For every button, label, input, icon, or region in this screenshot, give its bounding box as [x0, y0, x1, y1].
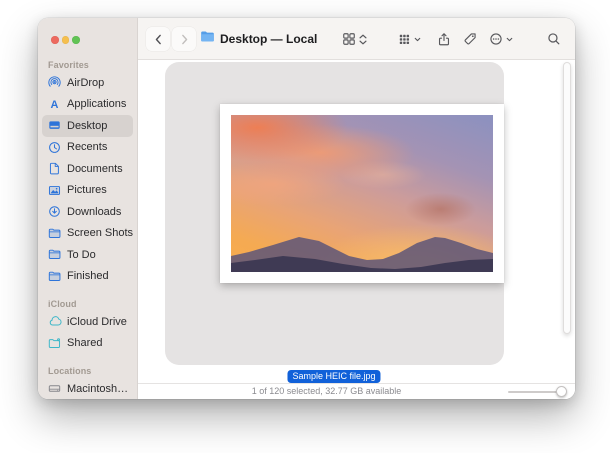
chevron-down-icon	[505, 35, 514, 44]
sidebar-item-label: AirDrop	[67, 77, 104, 89]
tag-icon	[463, 32, 477, 46]
status-bar: 1 of 120 selected, 32.77 GB available	[138, 383, 575, 399]
mountains-silhouette	[231, 226, 493, 272]
clock-icon	[47, 140, 62, 155]
search-icon	[547, 32, 561, 46]
sidebar-item-label: Recents	[67, 141, 107, 153]
sidebar-item-label: Documents	[67, 163, 123, 175]
sidebar-item-label: Shared	[67, 337, 102, 349]
sidebar-item-finished[interactable]: Finished	[42, 266, 133, 288]
photo-thumbnail	[231, 115, 493, 272]
forward-button[interactable]	[172, 27, 196, 51]
sidebar-item-desktop[interactable]: Desktop	[42, 115, 133, 137]
sidebar-section-header: Locations	[38, 364, 137, 378]
sidebar-item-downloads[interactable]: Downloads	[42, 201, 133, 223]
sidebar-item-label: Screen Shots	[67, 227, 133, 239]
zoom-button[interactable]	[72, 36, 80, 44]
selected-file-icon[interactable]	[165, 62, 504, 365]
traffic-lights	[51, 36, 80, 44]
shared-folder-icon	[47, 336, 62, 351]
icon-size-slider[interactable]	[508, 391, 565, 393]
sidebar-item-label: Applications	[67, 98, 126, 110]
folder-icon	[47, 226, 62, 241]
sidebar-item-label: iCloud Drive	[67, 316, 127, 328]
minimize-button[interactable]	[62, 36, 70, 44]
sidebar-item-label: Finished	[67, 270, 109, 282]
back-button[interactable]	[146, 27, 170, 51]
sidebar-item-label: Pictures	[67, 184, 107, 196]
chevron-right-icon	[178, 33, 191, 46]
sidebar-item-label: To Do	[67, 249, 96, 261]
icon-size-slider-knob[interactable]	[556, 386, 567, 397]
airdrop-icon	[47, 75, 62, 90]
sidebar-section-favorites: Favorites AirDrop A Applications Desktop Rece…	[38, 58, 137, 287]
chevron-left-icon	[152, 33, 165, 46]
sidebar-item-screen-shots[interactable]: Screen Shots	[42, 223, 133, 245]
sidebar-section-header: iCloud	[38, 297, 137, 311]
vertical-scrollbar[interactable]	[563, 62, 571, 334]
search-button[interactable]	[542, 27, 566, 51]
status-text: 1 of 120 selected, 32.77 GB available	[138, 384, 515, 399]
hard-drive-icon	[47, 381, 62, 396]
chevron-down-icon	[413, 35, 422, 44]
sidebar-item-applications[interactable]: A Applications	[42, 94, 133, 116]
grid-view-icon	[342, 32, 356, 46]
sidebar-item-shared[interactable]: Shared	[42, 333, 133, 355]
sidebar-item-documents[interactable]: Documents	[42, 158, 133, 180]
share-button[interactable]	[432, 27, 456, 51]
downloads-icon	[47, 204, 62, 219]
chevron-up-down-icon	[358, 33, 368, 46]
view-options-button[interactable]	[338, 27, 372, 51]
folder-icon	[200, 30, 215, 48]
photo-frame	[220, 104, 504, 283]
close-button[interactable]	[51, 36, 59, 44]
folder-icon	[47, 247, 62, 262]
content-area: Sample HEIC file.jpg 1 of 120 selected, …	[138, 61, 575, 399]
toolbar: Desktop — Local	[138, 18, 575, 60]
sidebar-item-label: Desktop	[67, 120, 107, 132]
sidebar-item-macintosh[interactable]: Macintosh…	[42, 378, 133, 399]
folder-icon	[47, 269, 62, 284]
sidebar-section-icloud: iCloud iCloud Drive Shared	[38, 297, 137, 354]
sidebar: Favorites AirDrop A Applications Desktop Rece…	[38, 18, 138, 399]
desktop-icon	[47, 118, 62, 133]
sidebar-item-label: Macintosh…	[67, 383, 128, 395]
group-grid-icon	[398, 33, 411, 46]
window-title: Desktop — Local	[220, 32, 317, 46]
sidebar-section-header: Favorites	[38, 58, 137, 72]
selected-filename-label[interactable]: Sample HEIC file.jpg	[287, 370, 380, 383]
sidebar-item-recents[interactable]: Recents	[42, 137, 133, 159]
window-title-group: Desktop — Local	[200, 26, 317, 52]
finder-window: Favorites AirDrop A Applications Desktop Rece…	[38, 18, 575, 399]
group-by-button[interactable]	[393, 27, 427, 51]
share-icon	[437, 32, 451, 47]
applications-icon: A	[47, 97, 62, 112]
svg-text:A: A	[51, 99, 59, 111]
sidebar-item-label: Downloads	[67, 206, 121, 218]
pictures-icon	[47, 183, 62, 198]
icloud-icon	[47, 314, 62, 329]
tags-button[interactable]	[458, 27, 482, 51]
more-actions-button[interactable]	[484, 27, 518, 51]
sidebar-item-to-do[interactable]: To Do	[42, 244, 133, 266]
document-icon	[47, 161, 62, 176]
sidebar-item-pictures[interactable]: Pictures	[42, 180, 133, 202]
sidebar-section-locations: Locations Macintosh…	[38, 364, 137, 399]
sidebar-list: Favorites AirDrop A Applications Desktop Rece…	[38, 58, 137, 399]
ellipsis-circle-icon	[489, 32, 503, 46]
sidebar-item-icloud-drive[interactable]: iCloud Drive	[42, 311, 133, 333]
sidebar-item-airdrop[interactable]: AirDrop	[42, 72, 133, 94]
